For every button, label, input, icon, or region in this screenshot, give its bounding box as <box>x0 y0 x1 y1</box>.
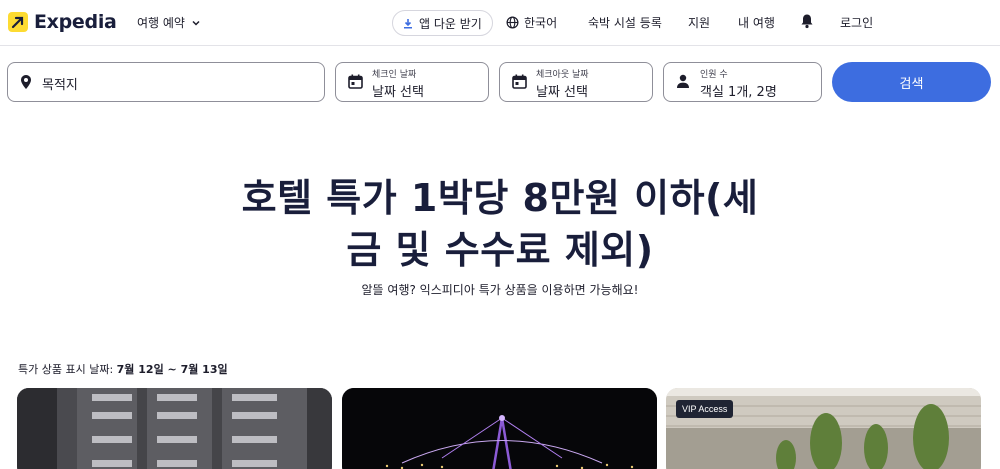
hotel-deal-card[interactable] <box>342 388 657 469</box>
guests-field[interactable]: 인원 수 객실 1개, 2명 <box>663 62 822 102</box>
destination-placeholder: 목적지 <box>42 78 78 93</box>
calendar-icon <box>512 74 527 89</box>
login-label: 로그인 <box>840 16 874 30</box>
deal-dates: 특가 상품 표시 날짜: 7월 12일 ~ 7월 13일 <box>18 361 228 377</box>
app-download-button[interactable]: 앱 다운 받기 <box>392 10 493 36</box>
globe-icon <box>506 16 519 29</box>
hotel-photo <box>17 388 332 469</box>
support-label: 지원 <box>688 16 711 30</box>
hero-subtitle: 알뜰 여행? 익스피디아 특가 상품을 이용하면 가능해요! <box>361 283 639 297</box>
checkin-value: 날짜 선택 <box>372 85 424 100</box>
chevron-down-icon <box>192 20 200 26</box>
person-icon <box>677 74 689 88</box>
hero-title-line2: 금 및 수수료 제외) <box>346 228 654 272</box>
hero-title: 호텔 특가 1박당 8만원 이하(세 금 및 수수료 제외) <box>180 172 820 276</box>
guests-value: 객실 1개, 2명 <box>700 85 777 100</box>
hotel-deal-card[interactable]: VIP Access <box>666 388 981 469</box>
expedia-logo[interactable]: Expedia <box>8 11 117 33</box>
checkout-label: 체크아웃 날짜 <box>536 70 589 80</box>
search-button[interactable]: 검색 <box>832 62 991 102</box>
checkout-date-field[interactable]: 체크아웃 날짜 날짜 선택 <box>499 62 653 102</box>
calendar-icon <box>348 74 363 89</box>
my-trips-label: 내 여행 <box>738 16 775 30</box>
bell-icon <box>801 14 813 29</box>
checkin-label: 체크인 날짜 <box>372 70 417 80</box>
destination-field[interactable]: 목적지 <box>7 62 325 102</box>
support-link[interactable]: 지원 <box>688 14 710 31</box>
checkout-value: 날짜 선택 <box>536 85 588 100</box>
language-selector[interactable]: 한국어 <box>506 14 557 31</box>
location-pin-icon <box>21 75 31 89</box>
trip-menu-label: 여행 예약 <box>137 16 185 30</box>
download-icon <box>404 18 412 28</box>
app-download-label: 앱 다운 받기 <box>419 16 482 31</box>
checkin-date-field[interactable]: 체크인 날짜 날짜 선택 <box>335 62 489 102</box>
logo-text: Expedia <box>34 11 117 33</box>
list-property-link[interactable]: 숙박 시설 등록 <box>588 14 662 31</box>
login-link[interactable]: 로그인 <box>840 14 873 31</box>
trip-planning-menu[interactable]: 여행 예약 <box>137 14 201 31</box>
language-label: 한국어 <box>524 16 558 30</box>
deal-dates-value: 7월 12일 ~ 7월 13일 <box>116 363 228 376</box>
hotel-deal-card[interactable] <box>17 388 332 469</box>
hotel-photo <box>342 388 657 469</box>
list-property-label: 숙박 시설 등록 <box>588 16 662 30</box>
top-header: Expedia 여행 예약 앱 다운 받기 한국어 숙박 시설 등록 지원 내 … <box>0 0 1000 46</box>
guests-label: 인원 수 <box>700 70 728 80</box>
notifications-button[interactable] <box>800 13 814 29</box>
my-trips-link[interactable]: 내 여행 <box>738 14 775 31</box>
vip-access-badge: VIP Access <box>676 400 734 418</box>
logo-arrow-icon <box>8 12 28 32</box>
deal-dates-prefix: 특가 상품 표시 날짜: <box>18 363 117 376</box>
hero-title-line1: 호텔 특가 1박당 8만원 이하(세 <box>241 176 759 220</box>
